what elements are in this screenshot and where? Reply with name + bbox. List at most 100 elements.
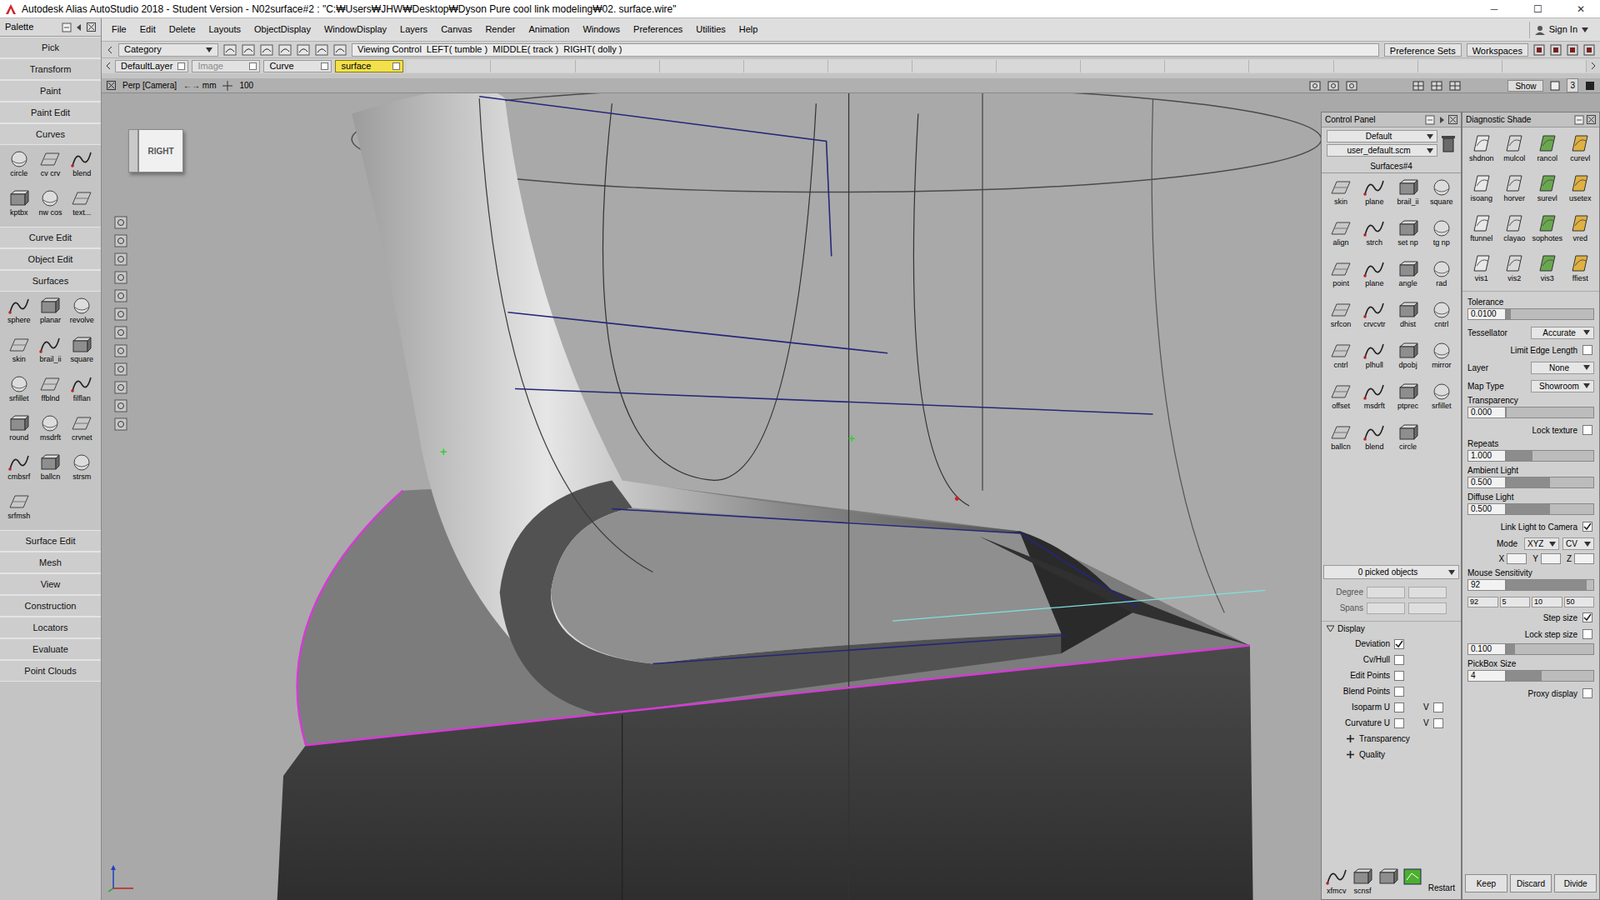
show-button[interactable]: Show (1507, 80, 1544, 92)
palette-tool[interactable]: ballcn (35, 450, 67, 490)
menu-item[interactable]: WindowDisplay (317, 22, 394, 37)
palette-tool[interactable]: text... (65, 185, 98, 225)
close-icon[interactable] (1448, 115, 1458, 125)
layer-visibility-box[interactable] (177, 62, 185, 70)
window-control-button[interactable]: ✕ (1561, 0, 1600, 19)
slider-track[interactable] (1505, 450, 1595, 462)
palette-section-button[interactable]: View (0, 573, 101, 595)
slider-track[interactable] (1505, 503, 1595, 515)
axis-field[interactable] (1574, 553, 1595, 565)
menu-icon[interactable] (61, 22, 72, 33)
shelf-tool-icon[interactable] (333, 44, 347, 56)
slider[interactable]: 92 (1467, 578, 1595, 592)
collapse-icon[interactable] (75, 23, 84, 32)
palette-tool[interactable]: blend (65, 146, 98, 186)
shelf-tool[interactable]: ballcn (1324, 420, 1358, 461)
checkbox[interactable] (1582, 425, 1593, 435)
close-icon[interactable] (86, 22, 96, 32)
slider-value[interactable]: 0.100 (1467, 643, 1506, 655)
number-preset[interactable]: 50 (1564, 596, 1595, 608)
slider-value[interactable]: 0.0100 (1467, 308, 1506, 320)
view-layout-icon[interactable] (1449, 80, 1461, 91)
shelf-tool[interactable]: srfcon (1324, 297, 1358, 339)
shelf-tool[interactable]: point (1324, 256, 1358, 298)
slider-track[interactable] (1505, 406, 1595, 419)
palette-tool[interactable]: strsm (65, 450, 98, 490)
shelf-tool[interactable]: angle (1391, 256, 1425, 298)
category-dropdown[interactable]: Category (118, 43, 219, 57)
checkbox[interactable] (1582, 688, 1593, 699)
shade-mode-tool[interactable]: rancol (1530, 130, 1565, 171)
menu-item[interactable]: Edit (133, 22, 163, 37)
shelf-tool[interactable]: dhist (1391, 297, 1425, 339)
field-box[interactable] (1408, 586, 1447, 599)
menu-item[interactable]: Delete (162, 22, 203, 37)
collapsed-section[interactable]: Quality (1321, 746, 1461, 763)
palette-section-button[interactable]: Evaluate (0, 638, 101, 660)
field-box[interactable] (1408, 602, 1447, 615)
shelf-tool-icon[interactable] (241, 44, 255, 56)
slider[interactable]: 0.100 (1467, 642, 1595, 656)
checkbox[interactable] (1433, 702, 1444, 713)
palette-tool[interactable]: sphere (3, 293, 35, 333)
shelf-tool[interactable]: plane (1357, 256, 1391, 298)
checkbox[interactable] (1582, 521, 1593, 532)
checkbox[interactable] (1394, 702, 1405, 713)
palette-tool[interactable]: ffblnd (35, 371, 67, 411)
palette-tool[interactable]: planar (35, 293, 67, 333)
palette-section-button[interactable]: Curves (0, 123, 101, 145)
shelf-tool[interactable]: plhull (1357, 338, 1391, 380)
view-layout-icon[interactable] (1412, 80, 1425, 91)
palette-section-button[interactable]: Point Clouds (0, 660, 101, 682)
select-dropdown[interactable]: Showroom (1530, 380, 1595, 393)
view-tool-icon[interactable] (113, 343, 129, 359)
checkbox[interactable] (1394, 655, 1405, 665)
palette-tool[interactable]: cv crv (35, 146, 67, 186)
workspaces-button[interactable]: Workspaces (1466, 43, 1529, 57)
checkbox[interactable] (1394, 639, 1405, 650)
checkbox[interactable] (1582, 612, 1593, 623)
shelf-tool[interactable]: cntrl (1425, 297, 1459, 339)
view-tool-icon[interactable] (113, 233, 129, 249)
shade-mode-tool[interactable]: shdnon (1465, 130, 1499, 171)
slider-value[interactable]: 0.500 (1467, 476, 1506, 489)
shade-mode-tool[interactable]: curevl (1564, 130, 1598, 171)
shelf-tool[interactable]: strch (1357, 215, 1391, 257)
slider[interactable]: 0.000 (1467, 405, 1595, 420)
menu-item[interactable]: Utilities (689, 22, 732, 37)
checkbox[interactable] (1582, 629, 1593, 640)
shelf-tool[interactable]: rad (1425, 256, 1459, 298)
slider[interactable]: 0.0100 (1467, 307, 1595, 321)
axis-field[interactable] (1506, 553, 1527, 565)
layer-visibility-box[interactable] (320, 62, 329, 70)
palette-section-button[interactable]: Locators (0, 616, 101, 639)
shelf-tool[interactable]: align (1324, 215, 1358, 257)
view-tool-icon[interactable] (113, 361, 129, 377)
checkbox[interactable] (1394, 718, 1405, 729)
slider-track[interactable] (1505, 643, 1595, 655)
check-row[interactable]: Lock texture (1462, 421, 1600, 439)
preset-dropdown[interactable]: Default (1326, 130, 1438, 143)
diagnostic-button[interactable]: Discard (1510, 874, 1553, 893)
view-tool-icon[interactable] (113, 288, 129, 304)
mode-dropdown[interactable]: XYZ (1524, 537, 1560, 550)
restart-button[interactable]: Restart (1425, 880, 1459, 896)
trash-icon[interactable] (1440, 134, 1456, 153)
bottom-tool[interactable]: xfmcv (1324, 866, 1349, 896)
workspace-icon[interactable] (1566, 44, 1579, 56)
number-preset[interactable]: 5 (1500, 596, 1531, 608)
palette-section-button[interactable]: Mesh (0, 551, 101, 574)
layout-count[interactable]: 3 (1566, 78, 1579, 93)
layer-tab[interactable]: DefaultLayer (115, 60, 189, 73)
palette-tool[interactable]: nw cos (35, 185, 67, 225)
shelf-tool[interactable]: cntrl (1324, 338, 1358, 380)
view-tool-icon[interactable] (113, 398, 129, 414)
diagnostic-button[interactable]: Divide (1554, 874, 1597, 893)
menu-item[interactable]: Help (732, 22, 765, 37)
slider-track[interactable] (1505, 308, 1595, 320)
palette-section-button[interactable]: Construction (0, 595, 101, 617)
palette-tool[interactable]: circle (3, 146, 35, 186)
shelf-tool[interactable]: crvcvtr (1357, 297, 1391, 339)
shade-mode-tool[interactable]: vis3 (1530, 250, 1565, 291)
display-section-header[interactable]: Display (1321, 620, 1461, 636)
